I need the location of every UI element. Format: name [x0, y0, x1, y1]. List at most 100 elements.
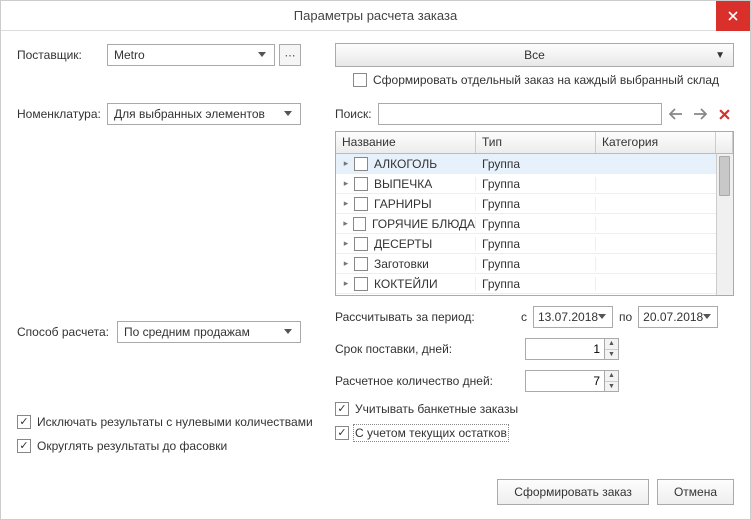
close-button[interactable] — [716, 1, 750, 31]
banquet-label: Учитывать банкетные заказы — [355, 402, 518, 416]
row-type: Группа — [476, 257, 596, 271]
items-grid: Название Тип Категория ▸ АЛКОГОЛЬ Группа ▸ В… — [335, 131, 734, 296]
round-pack-checkbox[interactable]: ✓ — [17, 439, 31, 453]
row-name: АЛКОГОЛЬ — [374, 157, 437, 171]
banquet-checkbox[interactable]: ✓ — [335, 402, 349, 416]
submit-label: Сформировать заказ — [514, 485, 632, 499]
row-checkbox[interactable] — [354, 177, 368, 191]
row-name: ВЫПЕЧКА — [374, 177, 432, 191]
table-row[interactable]: ▸ КОКТЕЙЛИ Группа — [336, 274, 716, 294]
cancel-label: Отмена — [674, 485, 717, 499]
expand-icon[interactable]: ▸ — [342, 158, 350, 169]
supplier-combo[interactable]: Metro — [107, 44, 275, 66]
warehouse-dropdown[interactable]: Все ▼ — [335, 43, 734, 67]
supplier-more-button[interactable]: ⋯ — [279, 44, 301, 66]
calc-method-combo[interactable]: По средним продажам — [117, 321, 301, 343]
row-checkbox[interactable] — [354, 277, 368, 291]
col-header-type[interactable]: Тип — [476, 132, 596, 153]
stock-label: С учетом текущих остатков — [355, 426, 507, 440]
expand-icon[interactable]: ▸ — [342, 218, 349, 229]
delivery-days-input[interactable] — [525, 338, 605, 360]
col-header-scroll — [716, 132, 733, 153]
period-label: Рассчитывать за период: — [335, 310, 515, 324]
nomenclature-value: Для выбранных элементов — [114, 107, 280, 121]
row-checkbox[interactable] — [353, 217, 366, 231]
nomenclature-label: Номенклатура: — [17, 107, 107, 121]
expand-icon[interactable]: ▸ — [342, 258, 350, 269]
window-title: Параметры расчета заказа — [294, 8, 457, 23]
period-to-prefix: по — [619, 310, 632, 324]
warehouse-value: Все — [524, 48, 545, 62]
row-name: ГАРНИРЫ — [374, 197, 432, 211]
date-to-value: 20.07.2018 — [643, 310, 703, 324]
table-row[interactable]: ▸ АЛКОГОЛЬ Группа — [336, 154, 716, 174]
chevron-down-icon — [280, 322, 296, 342]
row-type: Группа — [476, 157, 596, 171]
calc-method-value: По средним продажам — [124, 325, 280, 339]
row-type: Группа — [476, 177, 596, 191]
table-row[interactable]: ▸ ВЫПЕЧКА Группа — [336, 174, 716, 194]
chevron-down-icon — [598, 314, 610, 320]
stock-checkbox[interactable]: ✓ — [335, 426, 349, 440]
search-label: Поиск: — [335, 107, 372, 121]
supplier-value: Metro — [114, 48, 254, 62]
row-checkbox[interactable] — [354, 257, 368, 271]
cancel-button[interactable]: Отмена — [657, 479, 734, 505]
grid-header: Название Тип Категория — [336, 132, 733, 154]
chevron-down-icon — [280, 104, 296, 124]
col-header-name[interactable]: Название — [336, 132, 476, 153]
date-from-value: 13.07.2018 — [538, 310, 598, 324]
row-type: Группа — [476, 237, 596, 251]
expand-icon[interactable]: ▸ — [342, 238, 350, 249]
split-orders-label: Сформировать отдельный заказ на каждый в… — [373, 73, 719, 87]
round-pack-label: Округлять результаты до фасовки — [37, 439, 227, 453]
scrollbar-thumb[interactable] — [719, 156, 730, 196]
row-checkbox[interactable] — [354, 237, 368, 251]
row-name: Заготовки — [374, 257, 429, 271]
nomenclature-combo[interactable]: Для выбранных элементов — [107, 103, 301, 125]
search-next-button[interactable] — [690, 104, 710, 124]
search-prev-button[interactable] — [666, 104, 686, 124]
date-to-input[interactable]: 20.07.2018 — [638, 306, 718, 328]
row-name: КОКТЕЙЛИ — [374, 277, 438, 291]
expand-icon[interactable]: ▸ — [342, 178, 350, 189]
search-input[interactable] — [378, 103, 662, 125]
table-row[interactable]: ▸Молочная проду…Группа — [336, 294, 716, 295]
calc-days-spinner[interactable]: ▲▼ — [605, 370, 619, 392]
col-header-category[interactable]: Категория — [596, 132, 716, 153]
arrow-right-icon — [693, 108, 707, 120]
arrow-left-icon — [669, 108, 683, 120]
calc-days-input[interactable] — [525, 370, 605, 392]
calc-method-label: Способ расчета: — [17, 325, 117, 339]
close-icon — [728, 11, 738, 21]
grid-scrollbar[interactable] — [716, 154, 733, 295]
chevron-down-icon — [254, 45, 270, 65]
calc-days-label: Расчетное количество дней: — [335, 374, 515, 388]
row-checkbox[interactable] — [354, 197, 368, 211]
expand-icon[interactable]: ▸ — [342, 198, 350, 209]
delivery-days-label: Срок поставки, дней: — [335, 342, 515, 356]
row-type: Группа — [476, 197, 596, 211]
table-row[interactable]: ▸ГОРЯЧИЕ БЛЮДАГруппа — [336, 214, 716, 234]
close-icon — [719, 109, 730, 120]
search-clear-button[interactable] — [714, 104, 734, 124]
chevron-down-icon: ▼ — [715, 50, 725, 61]
table-row[interactable]: ▸ ДЕСЕРТЫ Группа — [336, 234, 716, 254]
chevron-down-icon — [703, 314, 715, 320]
row-type: Группа — [476, 277, 596, 291]
titlebar: Параметры расчета заказа — [1, 1, 750, 31]
submit-button[interactable]: Сформировать заказ — [497, 479, 649, 505]
supplier-label: Поставщик: — [17, 48, 107, 62]
split-orders-checkbox[interactable] — [353, 73, 367, 87]
exclude-zero-checkbox[interactable]: ✓ — [17, 415, 31, 429]
expand-icon[interactable]: ▸ — [342, 278, 350, 289]
table-row[interactable]: ▸ Заготовки Группа — [336, 254, 716, 274]
delivery-days-spinner[interactable]: ▲▼ — [605, 338, 619, 360]
table-row[interactable]: ▸ ГАРНИРЫ Группа — [336, 194, 716, 214]
row-name: ДЕСЕРТЫ — [374, 237, 432, 251]
row-type: Группа — [476, 217, 596, 231]
row-checkbox[interactable] — [354, 157, 368, 171]
date-from-input[interactable]: 13.07.2018 — [533, 306, 613, 328]
exclude-zero-label: Исключать результаты с нулевыми количест… — [37, 415, 313, 429]
period-from-prefix: с — [521, 310, 527, 324]
